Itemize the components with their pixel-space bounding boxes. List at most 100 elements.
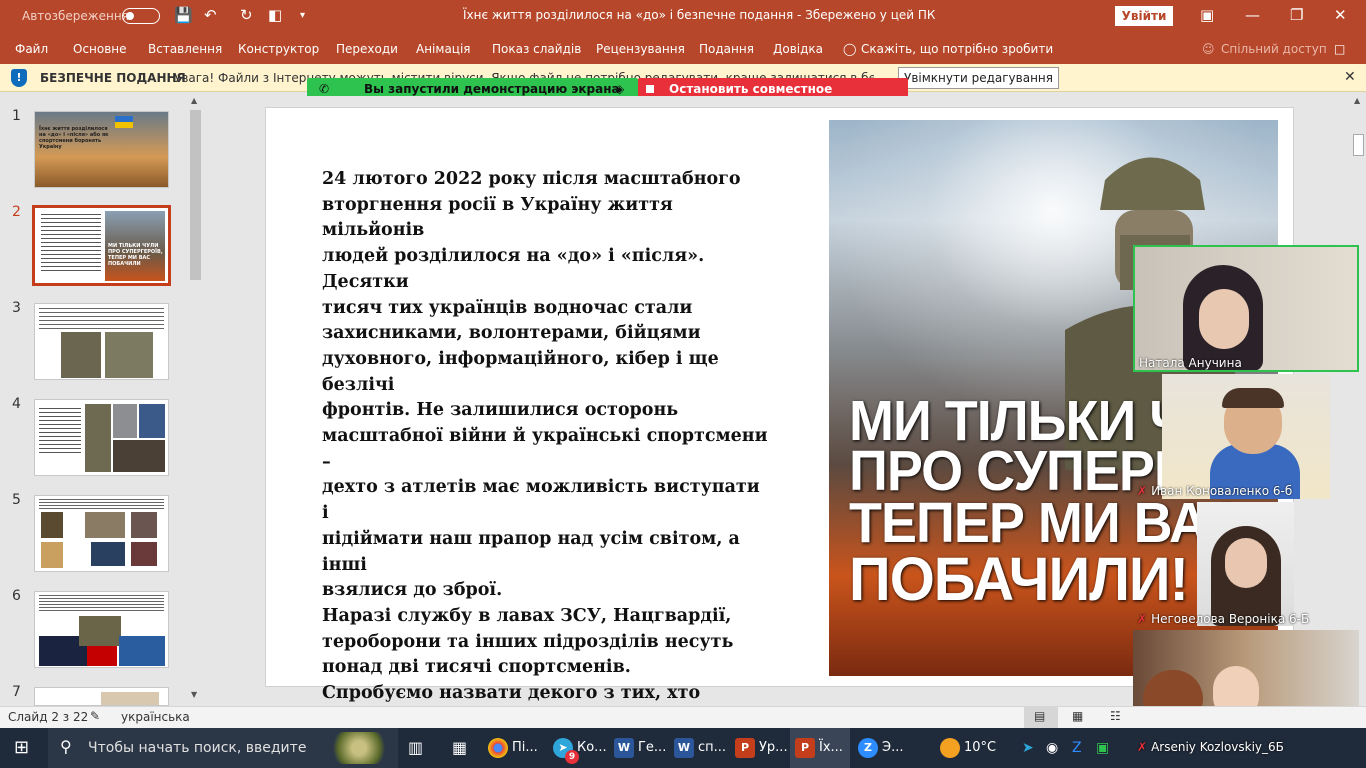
calculator-icon[interactable]: ▦ [452, 728, 467, 768]
close-icon[interactable]: ✕ [1334, 6, 1347, 24]
thumb-number: 3 [12, 300, 21, 316]
taskbar-app-word-2[interactable]: Wсп... [674, 728, 726, 768]
tell-me-search[interactable]: Скажіть, що потрібно зробити [861, 42, 1053, 56]
tab-slideshow[interactable]: Показ слайдів [492, 42, 581, 56]
thumb-photo [113, 404, 137, 438]
windows-start-icon[interactable]: ⊞ [14, 728, 29, 768]
powerpoint-icon: P [795, 737, 815, 758]
slide-thumbnail-3[interactable] [34, 303, 169, 380]
taskbar-app-powerpoint-1[interactable]: P Ур... [735, 728, 788, 768]
tray-telegram-icon[interactable]: ➤ [1022, 728, 1034, 768]
tab-help[interactable]: Довідка [773, 42, 823, 56]
tray-zoom-icon[interactable]: Z [1072, 728, 1082, 768]
participant-video-1[interactable]: Натала Анучина [1133, 245, 1359, 372]
taskbar-app-powerpoint-2[interactable]: P Їх... [790, 728, 850, 768]
comments-icon[interactable]: □ [1334, 42, 1345, 56]
word-icon: W [674, 737, 694, 758]
slide-thumbnail-6[interactable] [34, 591, 169, 668]
participant-video-2[interactable] [1162, 374, 1330, 499]
reading-view-icon[interactable]: ☷ [1110, 709, 1121, 723]
normal-view-icon: ▤ [1034, 709, 1046, 723]
enable-editing-button[interactable]: Увімкнути редагування [898, 67, 1059, 89]
zoom-icon: Z [858, 737, 878, 758]
tab-view[interactable]: Подання [699, 42, 754, 56]
taskbar-app-label: сп... [698, 740, 727, 755]
taskbar-app-telegram[interactable]: ➤ 9 Ко... [553, 728, 607, 768]
mic-muted-icon: ✗ [1137, 484, 1148, 498]
ribbon-display-icon[interactable]: ▣ [1200, 6, 1214, 24]
customize-qat-icon[interactable]: ▾ [300, 10, 305, 21]
scroll-thumb[interactable] [1353, 134, 1364, 156]
scroll-thumb[interactable] [190, 110, 201, 280]
scroll-up-icon[interactable]: ▲ [191, 96, 197, 105]
slide-thumbnail-1[interactable]: Їхнє життя розділилося на «до» і «після»… [34, 111, 169, 188]
taskbar-app-label: Ге... [638, 740, 667, 755]
language-indicator[interactable]: українська [121, 710, 190, 724]
close-bar-icon[interactable]: ✕ [1344, 69, 1356, 85]
tab-transitions[interactable]: Переходи [336, 42, 398, 56]
sign-in-button[interactable]: Увійти [1115, 6, 1173, 26]
word-icon: W [614, 737, 634, 758]
sun-icon [940, 737, 960, 758]
slide-body-text[interactable]: 24 лютого 2022 року після масштабного вт… [322, 167, 772, 768]
thumb-text-lines [39, 499, 164, 509]
tab-animations[interactable]: Анімація [416, 42, 471, 56]
chrome-icon [488, 737, 508, 758]
task-view-icon[interactable]: ▥ [408, 728, 423, 768]
slide-thumbnail-4[interactable] [34, 399, 169, 476]
slide-counter: Слайд 2 з 22 [8, 710, 89, 724]
slide-sorter-icon[interactable]: ▦ [1072, 709, 1083, 723]
thumb-photo [119, 636, 165, 666]
stop-icon [646, 85, 654, 93]
taskbar-app-chrome[interactable]: Пі... [488, 728, 538, 768]
thumb-number: 1 [12, 108, 21, 124]
weather-temperature: 10°C [964, 740, 997, 755]
mic-muted-icon: ✗ [1137, 612, 1148, 626]
save-icon[interactable]: 💾 [174, 6, 193, 24]
present-icon[interactable]: ◧ [268, 6, 282, 24]
tab-review[interactable]: Рецензування [596, 42, 685, 56]
thumb-poster-text: МИ ТІЛЬКИ ЧУЛИ ПРО СУПЕРГЕРОЇВ, ТЕПЕР МИ… [108, 243, 163, 267]
minimize-icon[interactable]: — [1245, 6, 1260, 24]
slide-thumbnail-2[interactable]: МИ ТІЛЬКИ ЧУЛИ ПРО СУПЕРГЕРОЇВ, ТЕПЕР МИ… [32, 205, 171, 286]
weather-widget[interactable]: 10°C [940, 728, 996, 768]
share-person-icon: ☺ [1202, 42, 1215, 56]
thumb-photo [101, 692, 159, 705]
taskbar-app-label: Їх... [819, 740, 843, 755]
thumb-number: 7 [12, 684, 21, 700]
search-highlight-icon [328, 732, 390, 764]
autosave-toggle[interactable] [122, 8, 160, 24]
taskbar-app-label: Ко... [577, 740, 607, 755]
tab-design[interactable]: Конструктор [238, 42, 319, 56]
share-button[interactable]: Спільний доступ [1221, 42, 1327, 56]
slide-paragraph-1: 24 лютого 2022 року після масштабного вт… [322, 169, 768, 601]
spellcheck-icon[interactable]: ✎ [90, 709, 100, 723]
scroll-down-icon[interactable]: ▼ [191, 690, 197, 699]
participant-name: Arseniy Kozlovskiy_6Б [1151, 740, 1284, 754]
tray-app-icon[interactable]: ▣ [1096, 728, 1109, 768]
taskbar-search-box[interactable]: ⚲ Чтобы начать поиск, введите [48, 728, 398, 768]
taskbar-app-word-1[interactable]: W Ге... [614, 728, 666, 768]
thumb-photo [85, 512, 125, 538]
tab-insert[interactable]: Вставлення [148, 42, 222, 56]
tab-file[interactable]: Файл [15, 42, 48, 56]
redo-icon[interactable]: ↻ [240, 6, 253, 24]
slide-thumbnail-5[interactable] [34, 495, 169, 572]
taskbar-app-zoom[interactable]: Z Э... [858, 728, 903, 768]
slide-thumbnail-7[interactable] [34, 687, 169, 706]
powerpoint-icon: P [735, 737, 755, 758]
slide-scrollbar[interactable]: ▲ [1350, 96, 1366, 704]
scroll-up-icon[interactable]: ▲ [1354, 96, 1360, 105]
undo-icon[interactable]: ↶ [204, 6, 217, 24]
thumb-text-lines [41, 214, 101, 274]
thumb-photo [87, 646, 117, 666]
search-placeholder: Чтобы начать поиск, введите [88, 740, 307, 756]
thumbnails-scrollbar[interactable]: ▲ ▼ [188, 96, 203, 703]
restore-icon[interactable]: ❐ [1290, 6, 1303, 24]
tab-home[interactable]: Основне [73, 42, 127, 56]
tray-mail-icon[interactable]: ◉ [1046, 728, 1058, 768]
taskbar-app-label: Ур... [759, 740, 788, 755]
participant-hair [1222, 388, 1284, 408]
taskbar-app-label: Пі... [512, 740, 538, 755]
participant-video-3[interactable] [1197, 502, 1294, 626]
